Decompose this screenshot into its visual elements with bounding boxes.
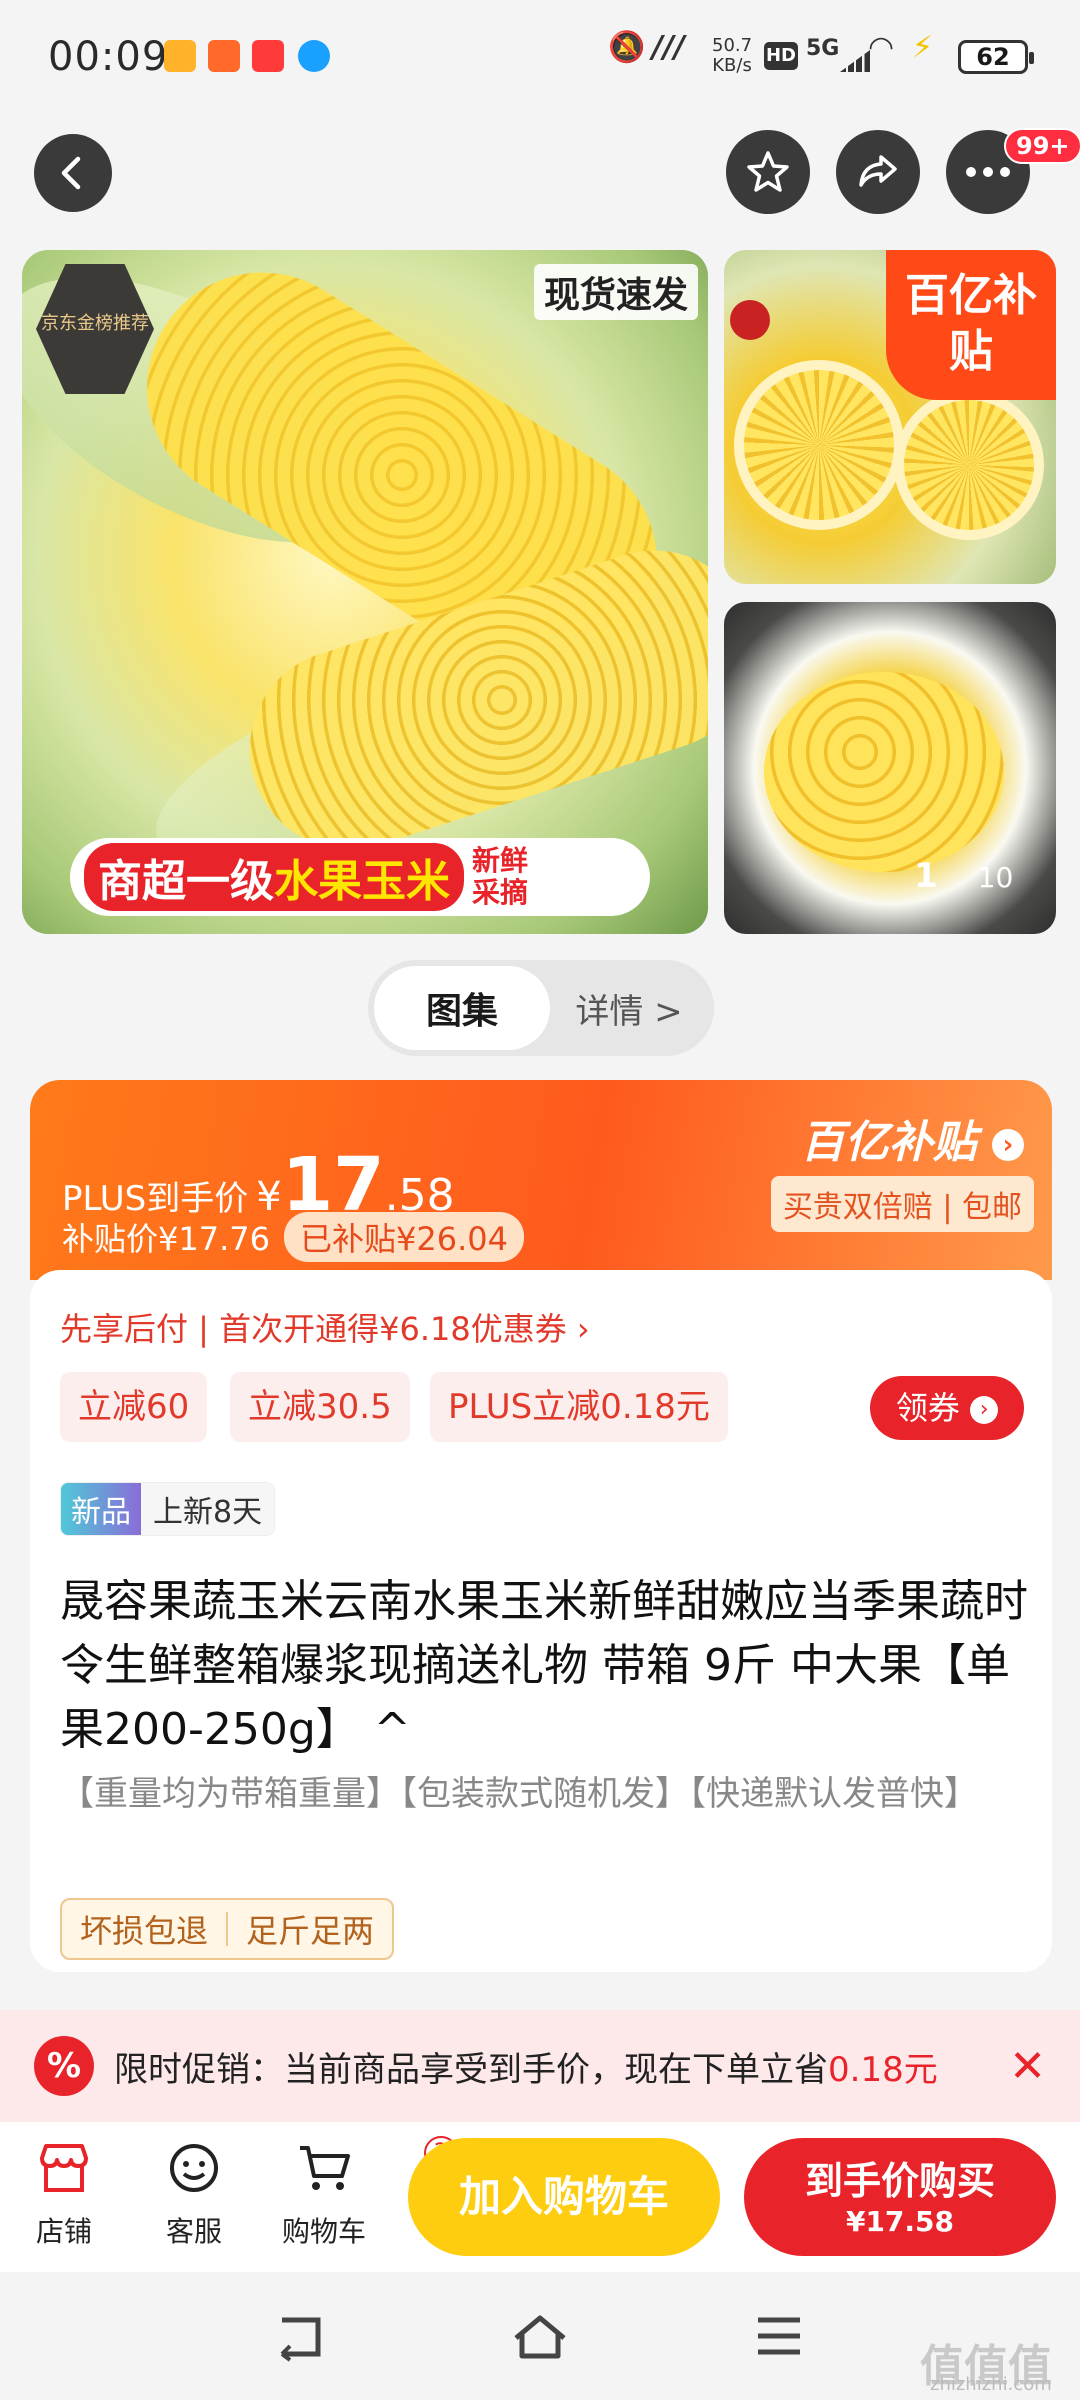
product-title[interactable]: 晟容果蔬玉米云南水果玉米新鲜甜嫩应当季果蔬时令生鲜整箱爆浆现摘送礼物 带箱 9斤… bbox=[60, 1570, 1040, 1762]
double-compensation-tag: 买贵双倍赔 | 包邮 bbox=[770, 1176, 1034, 1232]
back-arrow-icon bbox=[61, 156, 81, 190]
thumbnail-image[interactable]: 百亿补贴 bbox=[724, 250, 1056, 584]
pager-current: 1 bbox=[914, 856, 938, 896]
corn-slice bbox=[734, 360, 904, 530]
chevron-right-icon: › bbox=[992, 1129, 1024, 1161]
share-button[interactable] bbox=[836, 130, 920, 214]
buy-now-button[interactable]: 到手价购买 ¥17.58 bbox=[744, 2138, 1056, 2256]
menu-nav-icon[interactable] bbox=[754, 2312, 804, 2370]
coupon-tag[interactable]: 立减60 bbox=[60, 1372, 208, 1442]
add-to-cart-button[interactable]: 加入购物车 bbox=[408, 2138, 720, 2256]
qq-notification-icon bbox=[298, 40, 330, 72]
service-face-icon bbox=[134, 2140, 254, 2210]
service-tag: 足斤足两 bbox=[246, 1912, 375, 1950]
subsidized-amount: 已补贴¥26.04 bbox=[283, 1212, 524, 1262]
home-nav-icon[interactable] bbox=[510, 2312, 570, 2374]
net-speed-value: 50.7 bbox=[712, 35, 753, 56]
gallery-pager: 1 10 bbox=[914, 856, 1013, 896]
price-card: PLUS到手价 ¥17.58 补贴价¥17.76 已补贴¥26.04 百亿补贴 › … bbox=[30, 1080, 1052, 1280]
coupon-tag[interactable]: 立减30.5 bbox=[230, 1372, 410, 1442]
watermark-url: zhizhizhi.com bbox=[930, 2374, 1052, 2395]
subsidy-price-line: 补贴价¥17.76 已补贴¥26.04 bbox=[62, 1212, 524, 1262]
app-notification-icon bbox=[208, 40, 240, 72]
mute-icon: 🔕 bbox=[608, 30, 646, 65]
customer-service-button[interactable]: 客服 bbox=[134, 2140, 254, 2250]
message-count-badge: 99+ bbox=[1004, 128, 1080, 164]
pager-total: 10 bbox=[977, 861, 1014, 894]
hd-icon: HD bbox=[764, 42, 798, 70]
net-speed: 50.7 KB/s bbox=[712, 36, 752, 76]
thumbnail-image[interactable]: 1 10 bbox=[724, 602, 1056, 934]
fast-shipping-tag: 现货速发 bbox=[533, 264, 698, 320]
corn-kernels bbox=[764, 672, 1004, 872]
service-label: 客服 bbox=[165, 2215, 222, 2248]
charging-icon: ⚡ bbox=[912, 30, 934, 65]
grade-text: 商超一级 bbox=[98, 856, 274, 907]
grade-banner-label: 商超一级水果玉米 bbox=[84, 843, 464, 911]
cart-icon bbox=[264, 2140, 384, 2210]
favorite-button[interactable] bbox=[726, 130, 810, 214]
taobao-notification-icon bbox=[252, 40, 284, 72]
status-bar: 00:09 🔕 /// 50.7 KB/s HD 5G ◠ ⚡ 62 bbox=[0, 0, 1080, 120]
grade-banner: 商超一级水果玉米 新鲜采摘 bbox=[70, 838, 650, 916]
store-icon bbox=[4, 2140, 124, 2210]
fresh-picked-text: 新鲜采摘 bbox=[472, 844, 529, 909]
corn-slice bbox=[894, 390, 1044, 540]
share-icon bbox=[859, 155, 897, 187]
shop-button[interactable]: 店铺 bbox=[4, 2140, 124, 2250]
promotion-bar: % 限时促销：当前商品享受到手价，现在下单立省0.18元 ✕ bbox=[0, 2010, 1080, 2122]
get-coupon-label: 领券 bbox=[895, 1389, 960, 1427]
battery-icon: 62 bbox=[958, 40, 1034, 74]
new-days: 上新8天 bbox=[141, 1483, 275, 1535]
subsidy-price: 补贴价¥17.76 bbox=[62, 1220, 270, 1258]
net-speed-unit: KB/s bbox=[712, 55, 752, 76]
billion-subsidy-title: 百亿补贴 bbox=[800, 1117, 977, 1168]
service-tags[interactable]: 坏损包退 足斤足两 bbox=[60, 1898, 395, 1960]
back-button[interactable] bbox=[34, 134, 112, 212]
product-description: 【重量均为带箱重量】【包装款式随机发】【快递默认发普快】 bbox=[60, 1774, 978, 1814]
buy-now-label: 到手价购买 bbox=[804, 2159, 995, 2203]
close-icon[interactable]: ✕ bbox=[1009, 2041, 1046, 2092]
fruit-corn-text: 水果玉米 bbox=[274, 856, 450, 907]
product-info-card: 先享后付 | 首次开通得¥6.18优惠券 › 立减60 立减30.5 PLUS立… bbox=[30, 1270, 1052, 1972]
chevron-right-icon: › bbox=[970, 1396, 999, 1424]
more-dots-icon bbox=[966, 167, 1010, 177]
service-tag: 坏损包退 bbox=[80, 1912, 209, 1950]
gallery-detail-switch: 图集 详情 > bbox=[368, 960, 714, 1056]
star-icon bbox=[747, 151, 789, 192]
wifi-icon: ◠ bbox=[868, 30, 895, 65]
main-product-image[interactable]: 京东金榜推荐 现货速发 商超一级水果玉米 新鲜采摘 bbox=[22, 250, 708, 934]
get-coupon-button[interactable]: 领券 › bbox=[870, 1376, 1024, 1440]
app-notification-icon bbox=[164, 40, 196, 72]
coupon-tag[interactable]: PLUS立减0.18元 bbox=[430, 1372, 728, 1442]
billion-subsidy-link[interactable]: 百亿补贴 › bbox=[801, 1106, 1024, 1170]
signal-bars-icon bbox=[840, 50, 870, 72]
cart-label: 购物车 bbox=[281, 2215, 366, 2248]
nfc-icon: /// bbox=[652, 30, 685, 65]
tab-gallery[interactable]: 图集 bbox=[374, 966, 550, 1050]
tomato bbox=[730, 300, 770, 340]
new-product-tag: 新品 上新8天 bbox=[60, 1482, 276, 1536]
promotion-text: 限时促销：当前商品享受到手价，现在下单立省0.18元 bbox=[114, 2042, 938, 2091]
status-time: 00:09 bbox=[48, 34, 169, 80]
promotion-message: 限时促销：当前商品享受到手价，现在下单立省 bbox=[114, 2049, 828, 2090]
pay-later-link[interactable]: 先享后付 | 首次开通得¥6.18优惠券 › bbox=[60, 1304, 590, 1350]
billion-subsidy-badge: 百亿补贴 bbox=[886, 250, 1056, 400]
system-navigation-bar bbox=[0, 2272, 1080, 2400]
shop-label: 店铺 bbox=[35, 2215, 92, 2248]
new-badge: 新品 bbox=[61, 1483, 141, 1535]
signal-icon: 5G bbox=[806, 36, 840, 61]
tab-details[interactable]: 详情 > bbox=[550, 984, 708, 1033]
discount-icon: % bbox=[34, 2036, 94, 2096]
back-nav-icon[interactable] bbox=[270, 2312, 326, 2374]
promotion-saving: 0.18元 bbox=[828, 2049, 938, 2090]
buy-now-price: ¥17.58 bbox=[845, 2205, 955, 2238]
cart-button[interactable]: 购物车 2 bbox=[264, 2136, 458, 2250]
